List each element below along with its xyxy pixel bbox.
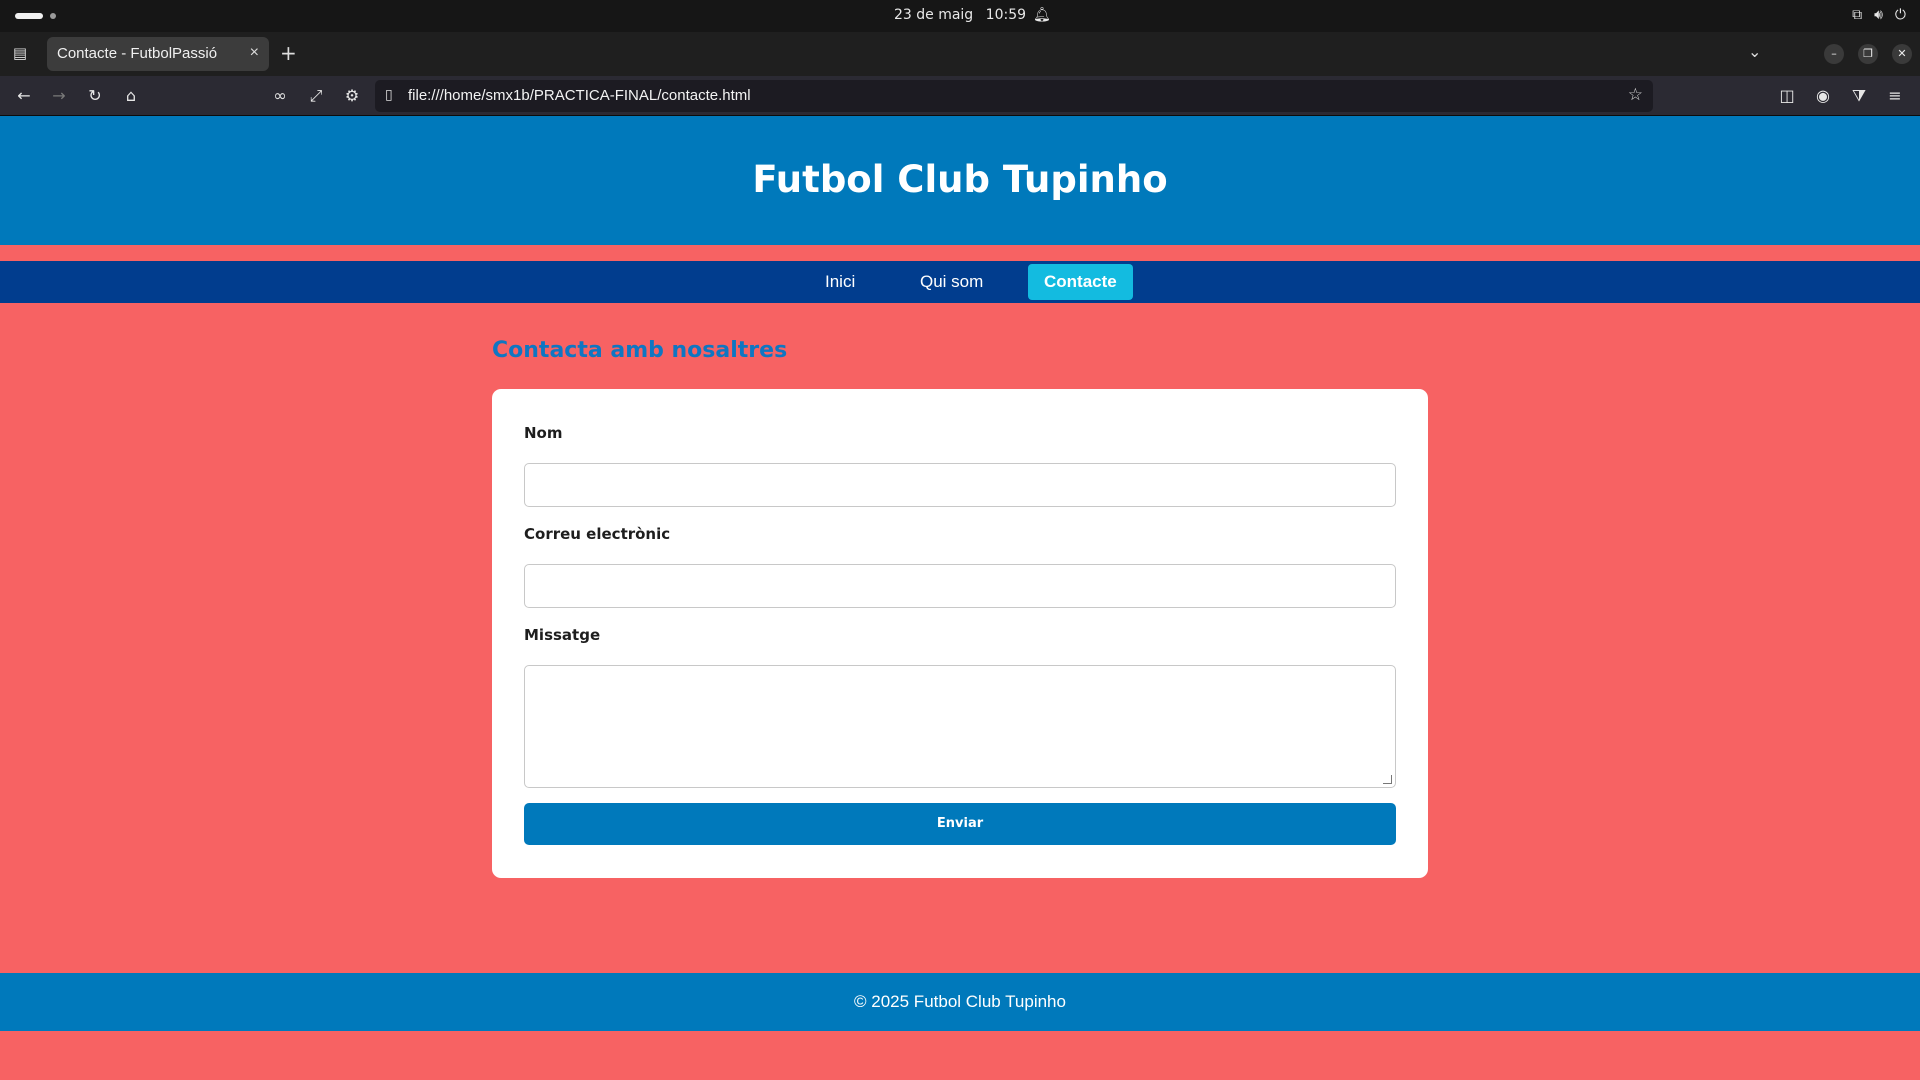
footer-text: © 2025 Futbol Club Tupinho [854, 992, 1066, 1011]
message-label: Missatge [524, 626, 601, 644]
menu-icon[interactable]: ≡ [1884, 85, 1906, 107]
gear-icon[interactable]: ⚙ [341, 85, 363, 107]
extensions-icon[interactable]: ⧩ [1848, 85, 1870, 107]
close-window-button[interactable]: ✕ [1892, 44, 1912, 64]
network-icon[interactable]: ⧉ [1852, 7, 1862, 23]
home-icon[interactable]: ⌂ [120, 85, 142, 107]
message-field[interactable] [524, 665, 1396, 788]
page-icon: ▯ [385, 87, 393, 103]
url-text[interactable]: file:///home/smx1b/PRACTICA-FINAL/contac… [408, 87, 751, 104]
browser-tabstrip: ▤ Contacte - FutbolPassió × + ⌄ – ❐ ✕ [0, 32, 1920, 76]
nav-item-qui-som[interactable]: Qui som [904, 264, 999, 300]
forward-arrow-icon[interactable]: → [48, 85, 70, 107]
os-date: 23 de maig [893, 7, 974, 23]
name-label: Nom [524, 424, 563, 442]
os-top-bar: 23 de maig 10:59 🔔︎ ⧉ 🔊︎ ⏻ [0, 0, 1920, 32]
notification-bell-icon[interactable]: 🔔︎ [1033, 7, 1051, 23]
site-title: Futbol Club Tupinho [752, 158, 1168, 201]
os-time: 10:59 [985, 7, 1027, 23]
reload-icon[interactable]: ↻ [84, 85, 106, 107]
os-clock[interactable]: 23 de maig 10:59 [0, 7, 1920, 23]
email-field[interactable] [524, 564, 1396, 608]
system-tray[interactable]: ⧉ 🔊︎ ⏻ [1852, 7, 1906, 23]
private-mask-icon[interactable]: ∞ [269, 85, 291, 107]
contact-form: Nom Correu electrònic Missatge Enviar [492, 389, 1428, 878]
tab-contacte[interactable]: Contacte - FutbolPassió × [47, 37, 269, 71]
web-page: Futbol Club Tupinho Inici Qui som Contac… [0, 116, 1920, 1080]
tab-title: Contacte - FutbolPassió [57, 45, 218, 62]
chevron-down-icon[interactable]: ⌄ [1748, 42, 1761, 61]
site-nav: Inici Qui som Contacte [0, 261, 1920, 303]
fullscreen-icon[interactable]: ⤢ [305, 85, 327, 107]
site-header: Futbol Club Tupinho [0, 116, 1920, 245]
bookmark-star-icon[interactable]: ☆ [1628, 85, 1643, 105]
maximize-button[interactable]: ❐ [1858, 44, 1878, 64]
name-field[interactable] [524, 463, 1396, 507]
nav-item-contacte[interactable]: Contacte [1028, 264, 1133, 300]
submit-button[interactable]: Enviar [524, 803, 1396, 845]
address-bar[interactable]: ▯ file:///home/smx1b/PRACTICA-FINAL/cont… [375, 80, 1653, 112]
resize-handle[interactable] [1383, 775, 1392, 784]
back-arrow-icon[interactable]: ← [13, 85, 35, 107]
browser-toolbar: ← → ↻ ⌂ ∞ ⤢ ⚙ ▯ file:///home/smx1b/PRACT… [0, 76, 1920, 116]
account-icon[interactable]: ◉ [1812, 85, 1834, 107]
section-title: Contacta amb nosaltres [492, 338, 788, 363]
new-tab-button[interactable]: + [280, 41, 297, 65]
tab-list-icon[interactable]: ▤ [10, 44, 30, 64]
site-footer: © 2025 Futbol Club Tupinho [0, 973, 1920, 1031]
volume-icon[interactable]: 🔊︎ [1874, 7, 1883, 23]
nav-item-inici[interactable]: Inici [809, 264, 871, 300]
email-label: Correu electrònic [524, 525, 671, 543]
pocket-icon[interactable]: ◫ [1776, 85, 1798, 107]
power-icon[interactable]: ⏻ [1895, 7, 1906, 23]
minimize-button[interactable]: – [1824, 44, 1844, 64]
close-icon[interactable]: × [250, 44, 259, 62]
